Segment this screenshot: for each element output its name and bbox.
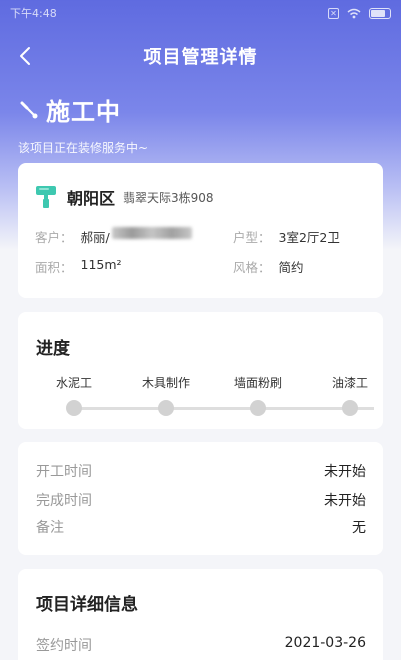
sign-time-value: 2021-03-26 <box>284 635 366 651</box>
customer-label: 客户： <box>35 230 73 245</box>
layout-label: 户型： <box>233 230 271 245</box>
project-status: 施工中 该项目正在装修服务中~ <box>18 92 148 156</box>
status-bar: 下午4:48 ✕ <box>0 0 401 26</box>
layout-field: 户型： 3室2厅2卫 <box>233 227 340 246</box>
phone-redacted <box>111 227 192 239</box>
battery-icon <box>369 7 391 19</box>
finish-time-label: 完成时间 <box>36 493 92 509</box>
status-title: 施工中 <box>46 98 121 126</box>
back-icon[interactable] <box>14 44 38 68</box>
sign-time-label: 签约时间 <box>36 638 92 654</box>
start-time-label: 开工时间 <box>36 464 92 480</box>
progress-card: 进度 水泥工 木具制作 墙面粉刷 油漆工 <box>18 312 383 429</box>
start-time-row: 开工时间 未开始 <box>36 461 366 481</box>
style-field: 风格： 简约 <box>233 257 304 276</box>
step-label: 墙面粉刷 <box>233 376 282 390</box>
finish-time-row: 完成时间 未开始 <box>36 490 366 510</box>
progress-steps: 水泥工 木具制作 墙面粉刷 油漆工 <box>18 374 383 418</box>
progress-track <box>74 407 374 410</box>
wifi-icon <box>347 8 361 18</box>
page-title: 项目管理详情 <box>143 47 258 68</box>
customer-value: 郝丽/ <box>80 230 110 245</box>
remark-row: 备注 无 <box>36 517 366 537</box>
step-dot <box>342 400 358 416</box>
status-subtitle: 该项目正在装修服务中~ <box>18 141 149 155</box>
finish-time-value: 未开始 <box>324 493 366 509</box>
sim-icon: ✕ <box>328 7 339 19</box>
style-value: 简约 <box>278 260 304 275</box>
step-label: 油漆工 <box>331 376 368 390</box>
clock: 下午4:48 <box>10 7 57 20</box>
progress-title: 进度 <box>36 339 70 359</box>
area-value: 115m² <box>80 257 122 272</box>
style-label: 风格： <box>233 260 271 275</box>
sign-time-row: 签约时间 2021-03-26 <box>36 635 366 655</box>
area-field: 面积： 115m² <box>35 257 122 276</box>
project-detail-card: 项目详细信息 签约时间 2021-03-26 <box>18 569 383 660</box>
layout-value: 3室2厅2卫 <box>278 230 340 245</box>
district: 朝阳区 <box>67 189 116 208</box>
community: 翡翠天际3栋908 <box>123 190 214 205</box>
schedule-card: 开工时间 未开始 完成时间 未开始 备注 无 <box>18 442 383 555</box>
start-time-value: 未开始 <box>324 464 366 480</box>
step-label: 木具制作 <box>141 376 190 390</box>
step-label: 水泥工 <box>55 376 92 390</box>
customer-field: 客户： 郝丽/ <box>35 227 192 246</box>
step-dot <box>250 400 266 416</box>
construction-icon <box>20 101 38 118</box>
step-dot <box>66 400 82 416</box>
remark-value: 无 <box>352 520 366 536</box>
navbar: 项目管理详情 <box>0 38 401 74</box>
step-dot <box>158 400 174 416</box>
project-info-card: 朝阳区 翡翠天际3栋908 客户： 郝丽/ 户型： 3室2厅2卫 面积： 115… <box>18 163 383 298</box>
status-icons: ✕ <box>328 7 391 19</box>
area-label: 面积： <box>35 260 73 275</box>
detail-title: 项目详细信息 <box>36 595 138 615</box>
paint-roller-icon <box>36 186 56 208</box>
remark-label: 备注 <box>36 520 64 536</box>
